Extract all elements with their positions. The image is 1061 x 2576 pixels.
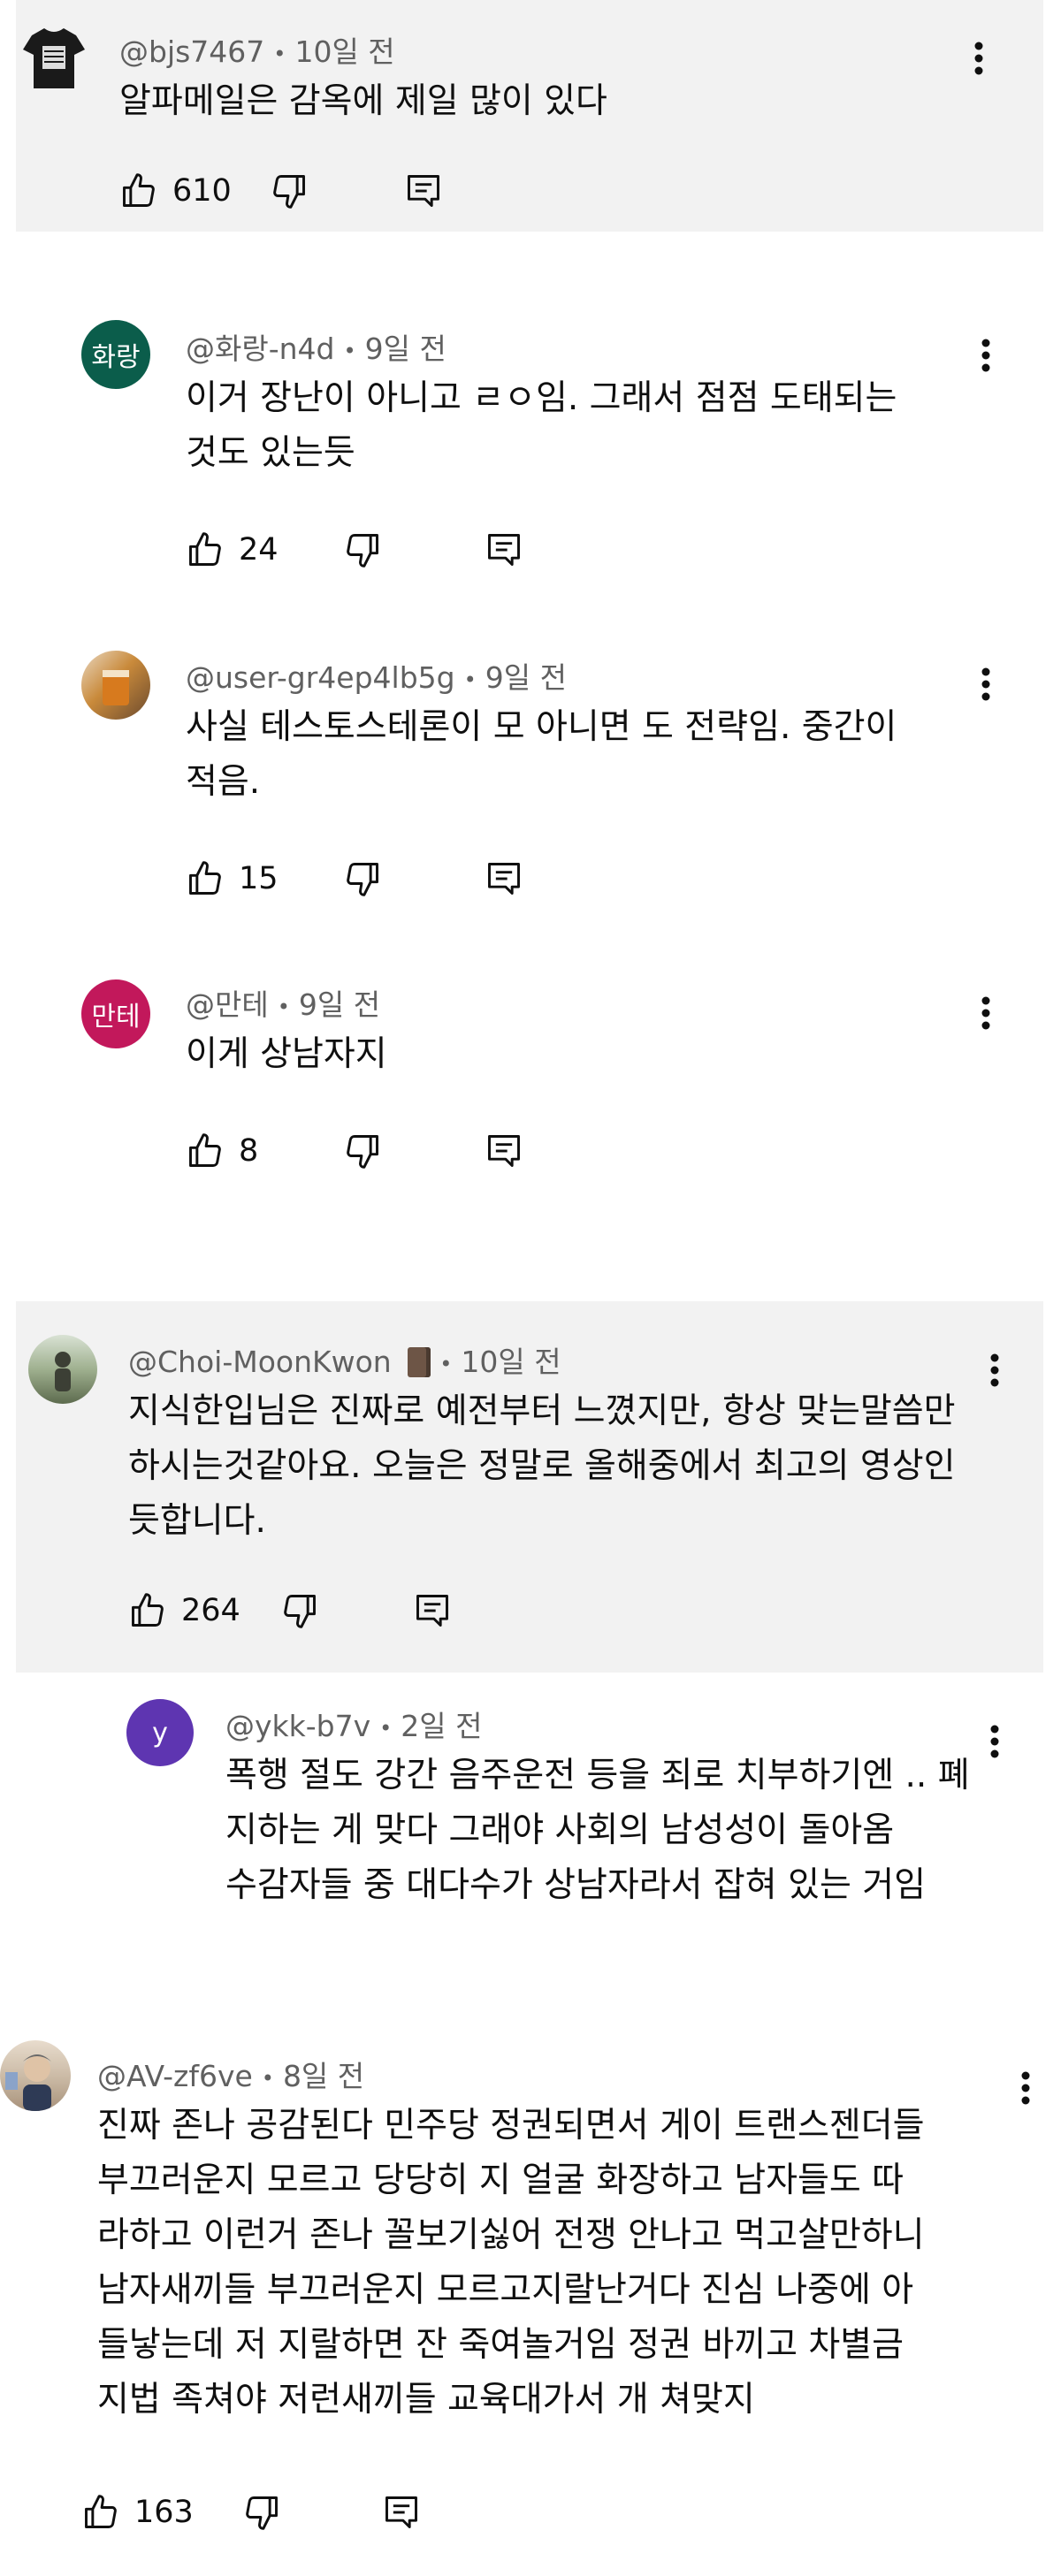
- avatar-initials: y: [152, 1717, 168, 1749]
- comment-author[interactable]: @Choi-MoonKwon: [128, 1345, 392, 1379]
- comment-time[interactable]: 9일 전: [299, 987, 380, 1022]
- like-button[interactable]: 24: [186, 523, 279, 576]
- like-count: 8: [239, 1133, 259, 1169]
- avatar[interactable]: 화랑: [81, 320, 150, 389]
- comment-author[interactable]: @AV-zf6ve: [97, 2059, 253, 2093]
- comment-text: 폭행 절도 강간 음주운전 등을 죄로 치부하기엔 .. 폐 지하는 게 맞다 …: [225, 1756, 970, 1905]
- thumb-up-icon: [132, 1593, 164, 1627]
- like-count: 24: [239, 532, 279, 568]
- cup-photo-icon: [103, 670, 129, 705]
- more-options-button[interactable]: [961, 34, 996, 83]
- comment-time[interactable]: 2일 전: [401, 1709, 482, 1743]
- more-vert-icon: [974, 42, 983, 75]
- like-button[interactable]: 8: [186, 1124, 258, 1177]
- comment-text: 이게 상남자지: [186, 1034, 387, 1074]
- separator-dot: •: [273, 41, 286, 66]
- thumb-up-icon: [189, 532, 221, 566]
- comment-text: 지식한입님은 진짜로 예전부터 느꼈지만, 항상 맞는말씀만 하시는것같아요. …: [128, 1391, 956, 1541]
- avatar[interactable]: [28, 1335, 97, 1404]
- thumb-down-icon: [284, 1595, 316, 1628]
- separator-dot: •: [261, 2065, 274, 2091]
- like-button[interactable]: 610: [119, 164, 232, 217]
- reply-button[interactable]: [485, 523, 523, 576]
- thumb-up-icon: [123, 173, 155, 207]
- dislike-button[interactable]: [242, 2486, 281, 2539]
- comment-time[interactable]: 8일 전: [283, 2059, 364, 2093]
- more-vert-icon: [1021, 2071, 1030, 2105]
- more-options-button[interactable]: [968, 331, 1004, 380]
- reply-button[interactable]: [485, 1124, 523, 1177]
- like-count: 163: [134, 2495, 194, 2530]
- more-vert-icon: [981, 996, 990, 1030]
- book-emoji-icon: [408, 1347, 431, 1377]
- comment-author[interactable]: @화랑-n4d: [186, 332, 335, 366]
- person-photo-icon: [5, 2054, 51, 2111]
- avatar[interactable]: y: [126, 1699, 194, 1766]
- separator-dot: •: [439, 1351, 453, 1376]
- like-button[interactable]: 15: [186, 852, 279, 905]
- comment-text: 진짜 존나 공감된다 민주당 정권되면서 게이 트랜스젠더들 부끄러운지 모르고…: [97, 2106, 925, 2420]
- comment-time[interactable]: 9일 전: [485, 660, 567, 695]
- avatar[interactable]: [81, 651, 150, 720]
- comment-author[interactable]: @ykk-b7v: [225, 1709, 370, 1743]
- like-count: 15: [239, 861, 279, 896]
- thumb-up-icon: [189, 861, 221, 895]
- like-count: 264: [181, 1593, 240, 1628]
- dislike-button[interactable]: [280, 1584, 319, 1637]
- more-vert-icon: [981, 667, 990, 701]
- thumb-up-icon: [189, 1133, 221, 1167]
- separator-dot: •: [379, 1715, 393, 1741]
- reply-button[interactable]: [382, 2486, 421, 2539]
- thumb-down-icon: [246, 2496, 278, 2530]
- like-button[interactable]: 163: [81, 2486, 194, 2539]
- comment-author[interactable]: @user-gr4ep4lb5g: [186, 660, 455, 695]
- more-options-button[interactable]: [977, 1717, 1012, 1766]
- thumb-down-icon: [347, 863, 378, 896]
- like-count: 610: [172, 173, 232, 209]
- avatar[interactable]: 만테: [81, 979, 150, 1048]
- reply-icon: [488, 863, 520, 895]
- thumb-up-icon: [85, 2495, 117, 2528]
- more-options-button[interactable]: [1008, 2063, 1043, 2113]
- reply-button[interactable]: [404, 164, 443, 217]
- reply-button[interactable]: [485, 852, 523, 905]
- more-vert-icon: [990, 1353, 999, 1387]
- person-photo-icon: [55, 1352, 71, 1391]
- comment-time[interactable]: 10일 전: [294, 34, 394, 69]
- comment-text: 알파메일은 감옥에 제일 많이 있다: [119, 81, 607, 121]
- thumb-down-icon: [347, 534, 378, 568]
- comment-author[interactable]: @만테: [186, 987, 269, 1022]
- reply-icon: [488, 534, 520, 566]
- reply-button[interactable]: [413, 1584, 452, 1637]
- more-options-button[interactable]: [968, 659, 1004, 709]
- reply-icon: [385, 2496, 417, 2528]
- more-vert-icon: [990, 1725, 999, 1758]
- tshirt-avatar-icon: [23, 28, 85, 88]
- dislike-button[interactable]: [270, 164, 309, 217]
- separator-dot: •: [343, 338, 356, 363]
- dislike-button[interactable]: [343, 852, 382, 905]
- comment-author[interactable]: @bjs7467: [119, 34, 264, 69]
- more-options-button[interactable]: [977, 1345, 1012, 1395]
- avatar[interactable]: [19, 23, 88, 92]
- more-options-button[interactable]: [968, 988, 1004, 1038]
- dislike-button[interactable]: [343, 1124, 382, 1177]
- more-vert-icon: [981, 339, 990, 372]
- reply-icon: [408, 175, 439, 207]
- comment-text: 이거 장난이 아니고 ㄹㅇ임. 그래서 점점 도태되는 것도 있는듯: [186, 378, 897, 473]
- comment-time[interactable]: 10일 전: [461, 1345, 561, 1379]
- reply-icon: [488, 1135, 520, 1167]
- separator-dot: •: [463, 667, 477, 692]
- comment-time[interactable]: 9일 전: [365, 332, 447, 366]
- reply-icon: [416, 1595, 448, 1627]
- thumb-down-icon: [273, 175, 305, 209]
- separator-dot: •: [277, 994, 290, 1019]
- dislike-button[interactable]: [343, 523, 382, 576]
- avatar[interactable]: [0, 2040, 71, 2111]
- avatar-initials: 화랑: [91, 342, 141, 373]
- like-button[interactable]: 264: [128, 1584, 240, 1637]
- avatar-initials: 만테: [91, 1002, 141, 1033]
- comment-text: 사실 테스토스테론이 모 아니면 도 전략임. 중간이 적음.: [186, 707, 897, 802]
- thumb-down-icon: [347, 1135, 378, 1169]
